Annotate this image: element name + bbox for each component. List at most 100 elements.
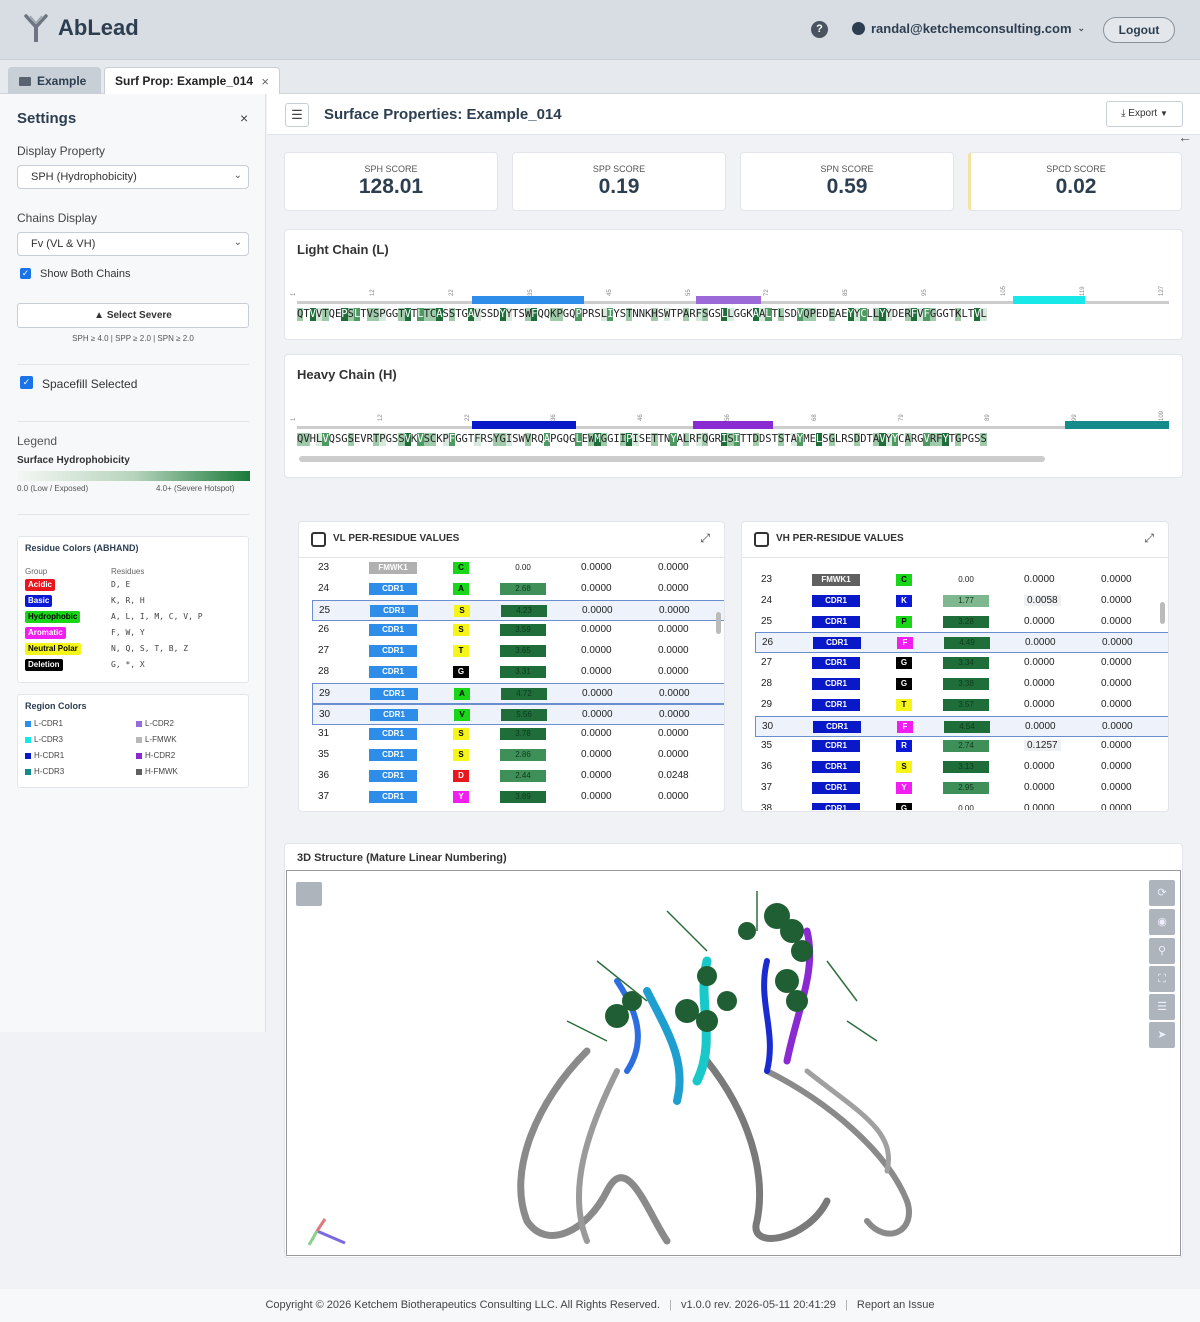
app-logo[interactable]: AbLead xyxy=(24,14,139,42)
rotate-icon[interactable]: ⟳ xyxy=(1149,880,1175,906)
region-swatch xyxy=(25,768,31,775)
table-row[interactable]: 24 CDR1 A 2.68 0.0000 0.0000 xyxy=(312,579,724,600)
residue[interactable]: S xyxy=(980,433,987,446)
vh-table-body[interactable]: 23 FMWK1 C 0.00 0.0000 0.0000 24 CDR1 K 1.77 0.005… xyxy=(742,558,1168,810)
menu-icon[interactable]: ☰ xyxy=(285,103,309,127)
amino-acid-badge: C xyxy=(453,562,469,574)
vertical-scrollbar[interactable] xyxy=(716,612,721,634)
position-number: 55 xyxy=(685,289,692,296)
divider xyxy=(17,514,249,515)
table-row[interactable]: 28 CDR1 G 3.38 0.0000 0.0000 xyxy=(755,674,1168,695)
residue-number: 27 xyxy=(761,657,773,669)
region-name: H-CDR2 xyxy=(145,751,176,760)
table-row[interactable]: 24 CDR1 K 1.77 0.0058 0.0000 xyxy=(755,591,1168,612)
residue-number: 31 xyxy=(318,728,330,740)
expand-icon[interactable]: ⤢ xyxy=(700,531,710,546)
table-row[interactable]: 27 CDR1 T 3.65 0.0000 0.0000 xyxy=(312,641,724,662)
close-icon[interactable]: × xyxy=(261,74,269,89)
score-value: 0.19 xyxy=(598,175,640,198)
spp-value: 0.0000 xyxy=(581,749,612,761)
score-value: 0.59 xyxy=(826,175,868,198)
table-row[interactable]: 31 CDR1 S 3.78 0.0000 0.0000 xyxy=(312,724,724,745)
heavy-chain-sequence[interactable]: QVHLVQSGSEVRTPGSSVKVSCKPFGGTFRSYGISWVRQA… xyxy=(297,433,987,446)
table-row[interactable]: 30 CDR1 F 4.54 0.0000 0.0000 xyxy=(755,715,1168,737)
expand-icon[interactable]: ⤢ xyxy=(1144,531,1154,546)
region-badge: CDR1 xyxy=(812,657,860,670)
table-row[interactable]: 30 CDR1 V 5.56 0.0000 0.0000 xyxy=(312,703,724,725)
table-row[interactable]: 23 FMWK1 C 0.00 0.0000 0.0000 xyxy=(755,570,1168,591)
table-row[interactable]: 36 CDR1 S 3.13 0.0000 0.0000 xyxy=(755,757,1168,778)
residue[interactable]: L xyxy=(980,308,987,321)
table-row[interactable]: 37 CDR1 Y 2.95 0.0000 0.0000 xyxy=(755,778,1168,799)
table-row[interactable]: 23 FMWK1 C 0.00 0.0000 0.0000 xyxy=(312,558,724,579)
structure-viewer[interactable]: ⟳ ◉ ⚲ ⛶ ☰ ➤ xyxy=(286,870,1181,1256)
position-number: 109 xyxy=(1159,410,1165,421)
table-row[interactable]: 26 CDR1 F 4.49 0.0000 0.0000 xyxy=(755,632,1168,654)
table-row[interactable]: 38 CDR1 G 0.00 0.0000 0.0000 xyxy=(755,799,1168,810)
vertical-scrollbar[interactable] xyxy=(1160,602,1165,624)
show-both-chains-checkbox[interactable]: ✓ xyxy=(20,268,31,279)
table-row[interactable]: 27 CDR1 G 3.34 0.0000 0.0000 xyxy=(755,653,1168,674)
region-badge: CDR1 xyxy=(370,687,418,700)
table-row[interactable]: 26 CDR1 S 3.59 0.0000 0.0000 xyxy=(312,620,724,641)
button-label: Export xyxy=(1128,108,1158,119)
table-row[interactable]: 35 CDR1 R 2.74 0.1257 0.0000 xyxy=(755,736,1168,757)
user-menu[interactable]: randal@ketchemconsulting.com ⌄ xyxy=(852,21,1085,36)
select-severe-button[interactable]: ▲ Select Severe xyxy=(17,303,249,328)
sph-value: 3.57 xyxy=(943,698,989,711)
sph-value: 0.00 xyxy=(958,803,974,810)
spp-value: 0.0000 xyxy=(582,708,613,720)
vl-table-body[interactable]: 23 FMWK1 C 0.00 0.0000 0.0000 24 CDR1 A 2.68 0.000… xyxy=(299,558,724,810)
spp-value: 0.0000 xyxy=(1024,615,1055,627)
region-badge: CDR1 xyxy=(370,604,418,617)
table-row[interactable]: 36 CDR1 D 2.44 0.0000 0.0248 xyxy=(312,766,724,787)
table-row[interactable]: 29 CDR1 A 4.72 0.0000 0.0000 xyxy=(312,682,724,704)
close-icon[interactable]: × xyxy=(240,110,248,126)
position-number: 79 xyxy=(898,414,905,421)
spp-value: 0.0000 xyxy=(582,687,613,699)
spn-value: 0.0000 xyxy=(1101,615,1132,627)
export-button[interactable]: ⤓ Export ▼ xyxy=(1106,101,1183,127)
horizontal-scrollbar[interactable] xyxy=(299,456,1045,462)
vh-table-panel: VH PER-RESIDUE VALUES ⤢ 23 FMWK1 C 0.00 0.00… xyxy=(741,521,1169,812)
amino-acid-badge: R xyxy=(896,740,912,753)
spn-value: 0.0000 xyxy=(659,604,690,616)
table-row[interactable]: 37 CDR1 Y 3.89 0.0000 0.0000 xyxy=(312,787,724,808)
help-icon[interactable]: ? xyxy=(811,21,828,38)
cursor-icon[interactable]: ➤ xyxy=(1149,1022,1175,1048)
ban-icon[interactable] xyxy=(311,532,326,547)
region-name: H-CDR3 xyxy=(34,767,65,776)
page-title: Surface Properties: Example_014 xyxy=(324,106,562,123)
fullscreen-icon[interactable]: ⛶ xyxy=(1149,966,1175,992)
position-number: 119 xyxy=(1080,286,1087,296)
ban-icon[interactable] xyxy=(754,532,769,547)
report-issue-link[interactable]: Report an Issue xyxy=(857,1299,935,1311)
residue-number: 28 xyxy=(318,666,330,677)
region-color-item: H-CDR1 xyxy=(25,751,64,760)
score-label: SPCD SCORE xyxy=(1046,164,1106,174)
table-row[interactable]: 25 CDR1 P 3.28 0.0000 0.0000 xyxy=(755,612,1168,633)
settings-icon[interactable]: ☰ xyxy=(1149,994,1175,1020)
chains-display-select[interactable]: Fv (VL & VH) ⌄ xyxy=(17,232,249,256)
sph-value: 4.23 xyxy=(501,604,547,617)
user-icon xyxy=(852,22,865,35)
spacefill-checkbox[interactable]: ✓ xyxy=(20,376,33,389)
region-badge: CDR1 xyxy=(812,594,860,607)
residue-group-badge: Deletion xyxy=(25,659,63,671)
zoom-icon[interactable]: ⚲ xyxy=(1149,938,1175,964)
select-value: SPH (Hydrophobicity) xyxy=(31,171,137,183)
display-property-select[interactable]: SPH (Hydrophobicity) ⌄ xyxy=(17,165,249,189)
caret-down-icon: ▼ xyxy=(1159,109,1168,118)
light-chain-sequence[interactable]: QTVVTQEPSLTVSPGGTVTLTCASSTGAVSSDYYTSWFQQ… xyxy=(297,308,987,321)
logout-button[interactable]: Logout xyxy=(1103,17,1175,43)
target-icon[interactable]: ◉ xyxy=(1149,909,1175,935)
tab-surf-prop[interactable]: Surf Prop: Example_014 × xyxy=(104,67,280,94)
residue-number: 27 xyxy=(318,645,330,657)
region-color-item: H-CDR3 xyxy=(25,767,64,776)
table-row[interactable]: 35 CDR1 S 2.86 0.0000 0.0000 xyxy=(312,745,724,766)
tab-example[interactable]: Example xyxy=(8,67,101,94)
table-row[interactable]: 29 CDR1 T 3.57 0.0000 0.0000 xyxy=(755,695,1168,716)
table-row[interactable]: 25 CDR1 S 4.23 0.0000 0.0000 xyxy=(312,599,724,621)
table-row[interactable]: 28 CDR1 G 3.31 0.0000 0.0000 xyxy=(312,662,724,683)
protein-structure-render[interactable] xyxy=(287,871,1181,1256)
